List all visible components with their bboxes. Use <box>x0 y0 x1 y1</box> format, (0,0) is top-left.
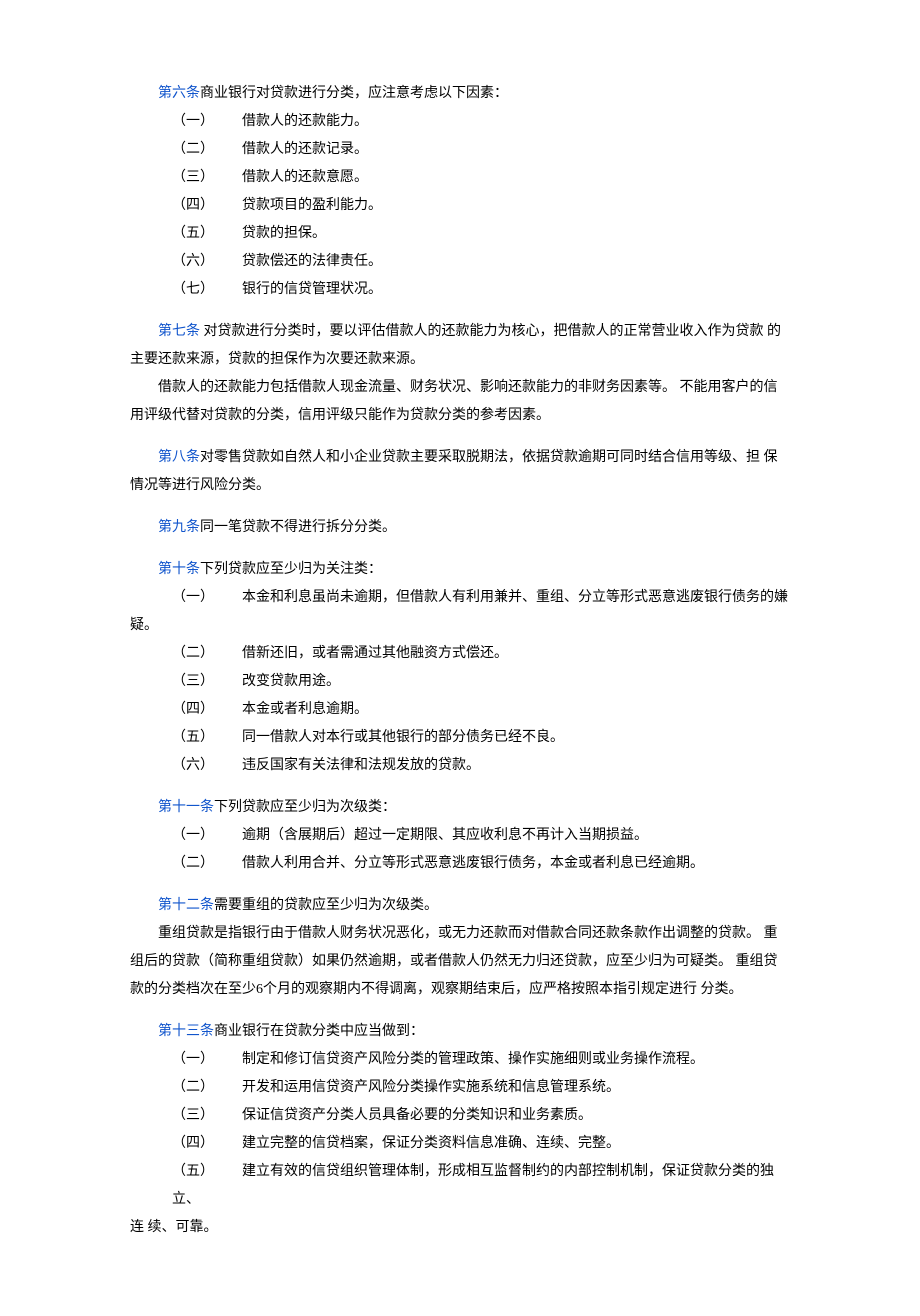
list-item: （二）开发和运用信贷资产风险分类操作实施系统和信息管理系统。 <box>130 1074 790 1102</box>
article-8-link[interactable]: 第八条 <box>158 450 200 465</box>
article-10-link[interactable]: 第十条 <box>158 562 200 577</box>
article-10: 第十条下列贷款应至少归为关注类： （一）本金和利息虽尚未逾期，但借款人有利用兼并… <box>130 556 790 780</box>
article-7-p2: 借款人的还款能力包括借款人现金流量、财务状况、影响还款能力的非财务因素等。 不能… <box>130 374 790 430</box>
article-10-trail: 疑。 <box>130 612 790 640</box>
article-7: 第七条 对贷款进行分类时，要以评估借款人的还款能力为核心，把借款人的正常营业收入… <box>130 318 790 430</box>
article-13-link[interactable]: 第十三条 <box>158 1024 214 1039</box>
list-item: （五）建立有效的信贷组织管理体制，形成相互监督制约的内部控制机制，保证贷款分类的… <box>130 1158 790 1214</box>
list-item: （四）本金或者利息逾期。 <box>130 696 790 724</box>
article-7-link[interactable]: 第七条 <box>158 324 200 339</box>
article-13-trail: 连 续、可靠。 <box>130 1214 790 1242</box>
list-item: （一）逾期（含展期后）超过一定期限、其应收利息不再计入当期损益。 <box>130 822 790 850</box>
article-11: 第十一条下列贷款应至少归为次级类： （一）逾期（含展期后）超过一定期限、其应收利… <box>130 794 790 878</box>
list-item: （一）借款人的还款能力。 <box>130 108 790 136</box>
article-9-link[interactable]: 第九条 <box>158 520 200 535</box>
article-12-p2: 重组贷款是指银行由于借款人财务状况恶化，或无力还款而对借款合同还款条款作出调整的… <box>130 920 790 1004</box>
article-13: 第十三条商业银行在贷款分类中应当做到： （一）制定和修订信贷资产风险分类的管理政… <box>130 1018 790 1242</box>
list-item: （六）贷款偿还的法律责任。 <box>130 248 790 276</box>
list-item: （五）贷款的担保。 <box>130 220 790 248</box>
article-6-intro-line: 第六条商业银行对贷款进行分类，应注意考虑以下因素： <box>130 80 790 108</box>
list-item: （六）违反国家有关法律和法规发放的贷款。 <box>130 752 790 780</box>
list-item: （二）借款人利用合并、分立等形式恶意逃废银行债务，本金或者利息已经逾期。 <box>130 850 790 878</box>
list-item: （七）银行的信贷管理状况。 <box>130 276 790 304</box>
article-6: 第六条商业银行对贷款进行分类，应注意考虑以下因素： （一）借款人的还款能力。 （… <box>130 80 790 304</box>
list-item: （三）改变贷款用途。 <box>130 668 790 696</box>
article-12: 第十二条需要重组的贷款应至少归为次级类。 重组贷款是指银行由于借款人财务状况恶化… <box>130 892 790 1004</box>
article-8: 第八条对零售贷款如自然人和小企业贷款主要采取脱期法，依据贷款逾期可同时结合信用等… <box>130 444 790 500</box>
article-7-p1: 第七条 对贷款进行分类时，要以评估借款人的还款能力为核心，把借款人的正常营业收入… <box>130 318 790 374</box>
list-item: （三）借款人的还款意愿。 <box>130 164 790 192</box>
list-item: （一）本金和利息虽尚未逾期，但借款人有利用兼并、重组、分立等形式恶意逃废银行债务… <box>130 584 790 612</box>
list-item: （四）贷款项目的盈利能力。 <box>130 192 790 220</box>
list-item: （五）同一借款人对本行或其他银行的部分债务已经不良。 <box>130 724 790 752</box>
article-11-link[interactable]: 第十一条 <box>158 800 214 815</box>
list-item: （四）建立完整的信贷档案，保证分类资料信息准确、连续、完整。 <box>130 1130 790 1158</box>
article-9: 第九条同一笔贷款不得进行拆分分类。 <box>130 514 790 542</box>
article-6-intro: 商业银行对贷款进行分类，应注意考虑以下因素： <box>200 86 508 101</box>
list-item: （二）借新还旧，或者需通过其他融资方式偿还。 <box>130 640 790 668</box>
list-item: （二）借款人的还款记录。 <box>130 136 790 164</box>
article-6-link[interactable]: 第六条 <box>158 86 200 101</box>
list-item: （一）制定和修订信贷资产风险分类的管理政策、操作实施细则或业务操作流程。 <box>130 1046 790 1074</box>
article-12-link[interactable]: 第十二条 <box>158 898 214 913</box>
list-item: （三）保证信贷资产分类人员具备必要的分类知识和业务素质。 <box>130 1102 790 1130</box>
